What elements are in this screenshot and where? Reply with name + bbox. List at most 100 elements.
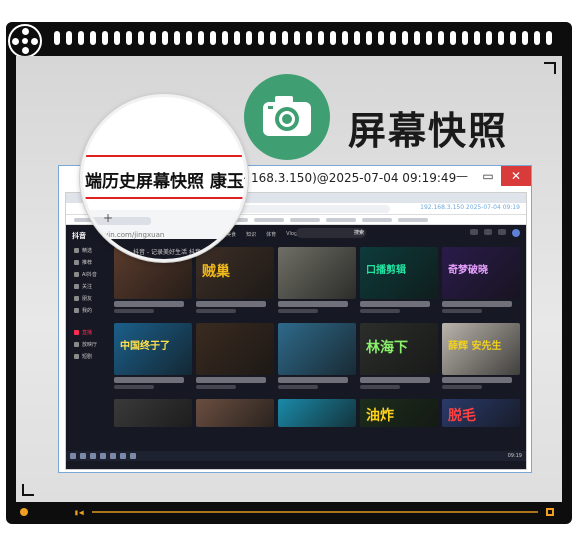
search-input[interactable]: 搜索 xyxy=(296,228,366,238)
toolbar-icon[interactable] xyxy=(498,229,506,235)
film-perforation xyxy=(66,31,72,45)
film-perforation xyxy=(162,31,168,45)
film-perforation xyxy=(426,31,432,45)
video-card[interactable]: 薛辉 安先生 xyxy=(442,323,520,395)
toolbar-icon[interactable] xyxy=(484,229,492,235)
video-thumbnail[interactable]: 油炸 xyxy=(360,399,438,427)
taskbar-app-icon[interactable] xyxy=(90,453,96,459)
film-perforation xyxy=(246,31,252,45)
toolbar-icon[interactable] xyxy=(470,229,478,235)
avatar[interactable] xyxy=(512,229,520,237)
film-perforation xyxy=(126,31,132,45)
sidebar-item[interactable]: 推荐 xyxy=(74,259,92,266)
sidebar-item-label: 关注 xyxy=(82,284,93,290)
magnified-app-name: 抖音 xyxy=(91,246,107,255)
video-title xyxy=(114,377,184,383)
film-perforation xyxy=(546,31,552,45)
taskbar-app-icon[interactable] xyxy=(130,453,136,459)
film-perforation xyxy=(462,31,468,45)
sidebar-item[interactable]: 我的 xyxy=(74,307,92,314)
sidebar-item-icon xyxy=(74,308,79,313)
video-thumbnail[interactable]: 口播剪辑 xyxy=(360,247,438,299)
camera-icon xyxy=(244,74,330,160)
video-card[interactable]: 林海下 xyxy=(360,323,438,395)
sidebar-item[interactable]: 短剧 xyxy=(74,353,92,360)
film-perforation xyxy=(210,31,216,45)
sidebar-item-label: 推荐 xyxy=(82,260,93,266)
film-perforation xyxy=(186,31,192,45)
sidebar-item[interactable]: 关注 xyxy=(74,283,92,290)
film-perforation xyxy=(318,31,324,45)
video-title xyxy=(114,301,184,307)
start-icon[interactable] xyxy=(70,453,76,459)
film-perforation xyxy=(354,31,360,45)
video-thumbnail[interactable] xyxy=(278,247,356,299)
thumbnail-text: 林海下 xyxy=(366,340,408,356)
close-button[interactable]: ✕ xyxy=(501,166,531,186)
film-perforation xyxy=(282,31,288,45)
douyin-page: 抖音 精选推荐AI抖音关注朋友我的直播放映厅短剧 全部公开课游戏二次元音乐美食知… xyxy=(66,225,526,461)
sidebar-item[interactable]: AI抖音 xyxy=(74,271,97,278)
sidebar-item-label: 放映厅 xyxy=(82,342,98,348)
film-perforation xyxy=(114,31,120,45)
minimize-button[interactable]: — xyxy=(449,166,475,186)
sidebar-item-icon xyxy=(74,330,79,335)
magnified-tabs: 抖音 - 记录美好生活 抖音 - 全网热点 xyxy=(133,249,231,256)
video-meta xyxy=(278,385,318,389)
maximize-button[interactable]: ▭ xyxy=(475,166,501,186)
timeline-track xyxy=(91,511,538,513)
new-tab-icon: + xyxy=(103,211,114,225)
film-perforation xyxy=(498,31,504,45)
sidebar-item-icon xyxy=(74,342,79,347)
film-perforation xyxy=(78,31,84,45)
taskbar-app-icon[interactable] xyxy=(100,453,106,459)
search-button[interactable]: 搜索 xyxy=(354,229,364,236)
film-perforations xyxy=(54,29,564,47)
video-title xyxy=(196,377,266,383)
video-card[interactable]: 口播剪辑 xyxy=(360,247,438,319)
video-thumbnail[interactable]: 脱毛 xyxy=(442,399,520,427)
video-thumbnail[interactable] xyxy=(278,399,356,427)
film-perforation xyxy=(522,31,528,45)
video-title xyxy=(360,301,430,307)
sidebar-item-label: 直播 xyxy=(82,330,93,336)
page-title: 屏幕快照 xyxy=(348,109,509,153)
thumbnail-text: 油炸 xyxy=(366,408,394,424)
video-card[interactable]: 奇梦破晓 xyxy=(442,247,520,319)
sidebar-item-icon xyxy=(74,272,79,277)
taskbar-app-icon[interactable] xyxy=(80,453,86,459)
sidebar-item[interactable]: 直播 xyxy=(74,329,92,336)
watermark-text: 192.168.3.150 2025-07-04 09:19 xyxy=(420,204,520,211)
video-thumbnail[interactable]: 林海下 xyxy=(360,323,438,375)
window-controls: — ▭ ✕ xyxy=(449,166,531,186)
video-thumbnail[interactable] xyxy=(114,399,192,427)
film-perforation xyxy=(150,31,156,45)
video-meta xyxy=(196,385,236,389)
sidebar-item-icon xyxy=(74,354,79,359)
film-perforation xyxy=(378,31,384,45)
sidebar-item[interactable]: 朋友 xyxy=(74,295,92,302)
video-thumbnail[interactable] xyxy=(196,323,274,375)
video-card[interactable] xyxy=(278,323,356,395)
video-thumbnail[interactable]: 奇梦破晓 xyxy=(442,247,520,299)
video-thumbnail[interactable] xyxy=(196,399,274,427)
video-thumbnail[interactable] xyxy=(278,323,356,375)
thumbnail-text: 口播剪辑 xyxy=(366,265,406,276)
magnifier-red-line xyxy=(83,197,245,199)
top-nav-tab[interactable]: 知识 xyxy=(246,231,256,238)
sidebar-item[interactable]: 放映厅 xyxy=(74,341,97,348)
windows-taskbar: 09:19 xyxy=(66,451,526,461)
sidebar-item-label: 朋友 xyxy=(82,296,93,302)
video-title xyxy=(278,377,348,383)
video-title xyxy=(196,301,266,307)
video-card[interactable] xyxy=(278,247,356,319)
taskbar-app-icon[interactable] xyxy=(110,453,116,459)
film-perforation xyxy=(306,31,312,45)
video-thumbnail[interactable]: 薛辉 安先生 xyxy=(442,323,520,375)
taskbar-app-icon[interactable] xyxy=(120,453,126,459)
video-meta xyxy=(442,385,482,389)
top-nav-tab[interactable]: 体育 xyxy=(266,231,276,238)
video-card[interactable]: 中国终于了 xyxy=(114,323,192,395)
video-thumbnail[interactable]: 中国终于了 xyxy=(114,323,192,375)
video-card[interactable] xyxy=(196,323,274,395)
